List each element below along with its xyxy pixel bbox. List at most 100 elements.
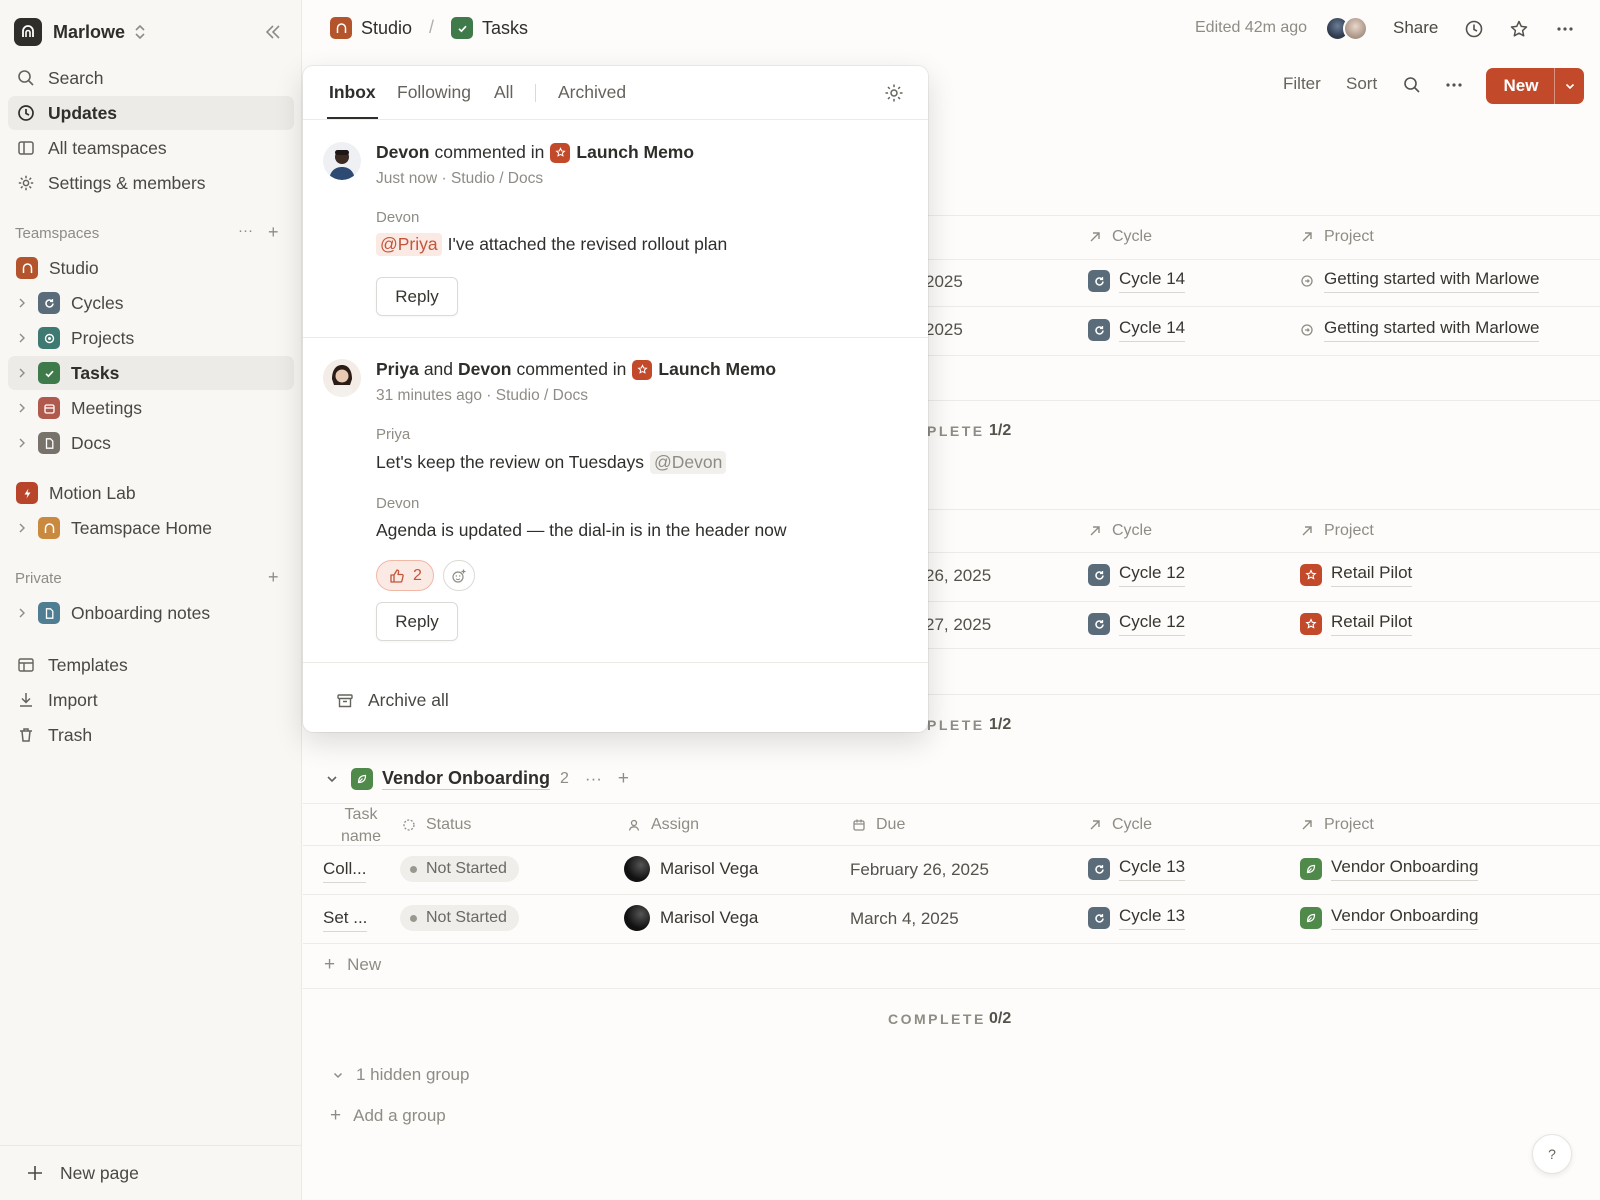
tab-following[interactable]: Following — [397, 82, 471, 103]
more-icon[interactable] — [1554, 18, 1576, 40]
teamspaces-add-icon[interactable]: + — [268, 222, 279, 243]
filter-button[interactable]: Filter — [1283, 74, 1321, 94]
column-header-cycle[interactable]: Cycle — [1088, 816, 1152, 834]
due-cell[interactable]: February 26, 2025 — [850, 860, 989, 880]
sidebar-item-onboarding-notes[interactable]: Onboarding notes — [8, 596, 294, 630]
task-name-cell[interactable]: Coll... — [323, 859, 367, 883]
group-more-icon[interactable]: ··· — [585, 769, 602, 789]
collapse-sidebar-icon[interactable] — [262, 21, 284, 43]
chevron-right-icon[interactable] — [14, 365, 30, 381]
new-button[interactable]: New — [1486, 68, 1584, 104]
status-cell[interactable]: Not Started — [400, 905, 519, 931]
assign-cell[interactable]: Marisol Vega — [624, 905, 758, 931]
due-cell[interactable]: 26, 2025 — [925, 566, 991, 586]
column-header-task-name[interactable]: Task name — [334, 804, 388, 848]
workspace-switcher[interactable]: Marlowe — [14, 16, 147, 48]
chevron-right-icon[interactable] — [14, 295, 30, 311]
project-cell[interactable]: Getting started with Marlowe — [1300, 269, 1540, 293]
notification-title[interactable]: Devon commented in Launch Memo — [376, 142, 694, 163]
star-icon[interactable] — [1508, 18, 1530, 40]
divider — [303, 845, 1600, 846]
sidebar-item-docs[interactable]: Docs — [8, 426, 294, 460]
project-cell[interactable]: Vendor Onboarding — [1300, 857, 1479, 881]
teamspaces-more-icon[interactable]: ··· — [238, 222, 253, 239]
tab-archived[interactable]: Archived — [558, 82, 626, 103]
column-header-project[interactable]: Project — [1300, 816, 1374, 834]
chevron-down-icon[interactable] — [323, 772, 341, 786]
gear-icon[interactable] — [883, 82, 905, 104]
tab-all[interactable]: All — [494, 82, 513, 103]
sidebar-item-meetings[interactable]: Meetings — [8, 391, 294, 425]
project-cell[interactable]: Getting started with Marlowe — [1300, 318, 1540, 342]
chevron-right-icon[interactable] — [14, 400, 30, 416]
history-icon[interactable] — [1463, 18, 1485, 40]
due-cell[interactable]: 2025 — [925, 272, 963, 292]
chevron-down-icon[interactable] — [1554, 68, 1584, 104]
add-group-button[interactable]: + Add a group — [330, 1105, 446, 1127]
new-page-button[interactable]: New page — [0, 1145, 302, 1200]
sidebar-trash[interactable]: Trash — [8, 718, 294, 752]
column-header-cycle[interactable]: Cycle — [1088, 228, 1152, 246]
cycle-cell[interactable]: Cycle 14 — [1088, 318, 1186, 342]
project-cell[interactable]: Retail Pilot — [1300, 612, 1413, 636]
cycle-cell[interactable]: Cycle 13 — [1088, 857, 1186, 881]
sidebar-import[interactable]: Import — [8, 683, 294, 717]
sidebar-item-teamspace-home[interactable]: Teamspace Home — [8, 511, 294, 545]
add-reaction-icon[interactable] — [443, 560, 475, 591]
sidebar-item-projects[interactable]: Projects — [8, 321, 294, 355]
leaf-icon — [1300, 907, 1322, 929]
due-cell[interactable]: March 4, 2025 — [850, 909, 959, 929]
column-header-cycle[interactable]: Cycle — [1088, 522, 1152, 540]
reply-button[interactable]: Reply — [376, 602, 458, 641]
column-header-due[interactable]: Due — [852, 816, 905, 834]
notification-title[interactable]: Priya and Devon commented in Launch Memo — [376, 359, 776, 380]
collaborator-avatars[interactable] — [1325, 16, 1369, 42]
sidebar-item-motion-lab[interactable]: Motion Lab — [8, 476, 294, 510]
project-cell[interactable]: Vendor Onboarding — [1300, 906, 1479, 930]
chevron-right-icon[interactable] — [14, 520, 30, 536]
more-icon[interactable] — [1443, 74, 1465, 96]
sidebar-settings[interactable]: Settings & members — [8, 166, 294, 200]
sidebar-templates[interactable]: Templates — [8, 648, 294, 682]
sidebar-updates[interactable]: Updates — [8, 96, 294, 130]
user-mention[interactable]: @Devon — [649, 451, 727, 474]
due-cell[interactable]: 2025 — [925, 320, 963, 340]
sidebar-item-tasks[interactable]: Tasks — [8, 356, 294, 390]
search-icon[interactable] — [1401, 74, 1423, 96]
sidebar-item-cycles[interactable]: Cycles — [8, 286, 294, 320]
chevron-right-icon[interactable] — [14, 605, 30, 621]
reply-button[interactable]: Reply — [376, 277, 458, 316]
reaction-thumbs-up[interactable]: 2 — [376, 560, 434, 591]
project-cell[interactable]: Retail Pilot — [1300, 563, 1413, 587]
assign-cell[interactable]: Marisol Vega — [624, 856, 758, 882]
private-add-icon[interactable]: + — [268, 567, 279, 588]
group-add-icon[interactable]: + — [618, 768, 629, 790]
user-mention[interactable]: @Priya — [376, 233, 442, 256]
sort-button[interactable]: Sort — [1346, 74, 1377, 94]
cycle-cell[interactable]: Cycle 14 — [1088, 269, 1186, 293]
status-cell[interactable]: Not Started — [400, 856, 519, 882]
breadcrumb-tasks[interactable]: Tasks — [451, 17, 528, 39]
sidebar-search[interactable]: Search — [8, 61, 294, 95]
cycle-cell[interactable]: Cycle 12 — [1088, 612, 1186, 636]
archive-all-button[interactable]: Archive all — [336, 690, 449, 711]
hidden-group-toggle[interactable]: 1 hidden group — [332, 1065, 469, 1085]
breadcrumb-studio[interactable]: Studio — [330, 17, 412, 39]
column-header-project[interactable]: Project — [1300, 228, 1374, 246]
column-header-assign[interactable]: Assign — [627, 816, 699, 834]
tab-inbox[interactable]: Inbox — [329, 82, 376, 103]
cycle-cell[interactable]: Cycle 12 — [1088, 563, 1186, 587]
help-button[interactable]: ? — [1532, 1134, 1572, 1174]
task-name-cell[interactable]: Set ... — [323, 908, 368, 932]
sidebar-item-studio[interactable]: Studio — [8, 251, 294, 285]
column-header-status[interactable]: Status — [402, 816, 471, 834]
column-header-project[interactable]: Project — [1300, 522, 1374, 540]
group-title[interactable]: Vendor Onboarding — [382, 768, 551, 790]
sidebar-all-teamspaces[interactable]: All teamspaces — [8, 131, 294, 165]
cycle-cell[interactable]: Cycle 13 — [1088, 906, 1186, 930]
due-cell[interactable]: 27, 2025 — [925, 615, 991, 635]
chevron-right-icon[interactable] — [14, 330, 30, 346]
chevron-right-icon[interactable] — [14, 435, 30, 451]
new-row-button[interactable]: + New — [324, 954, 381, 976]
share-button[interactable]: Share — [1393, 18, 1438, 38]
